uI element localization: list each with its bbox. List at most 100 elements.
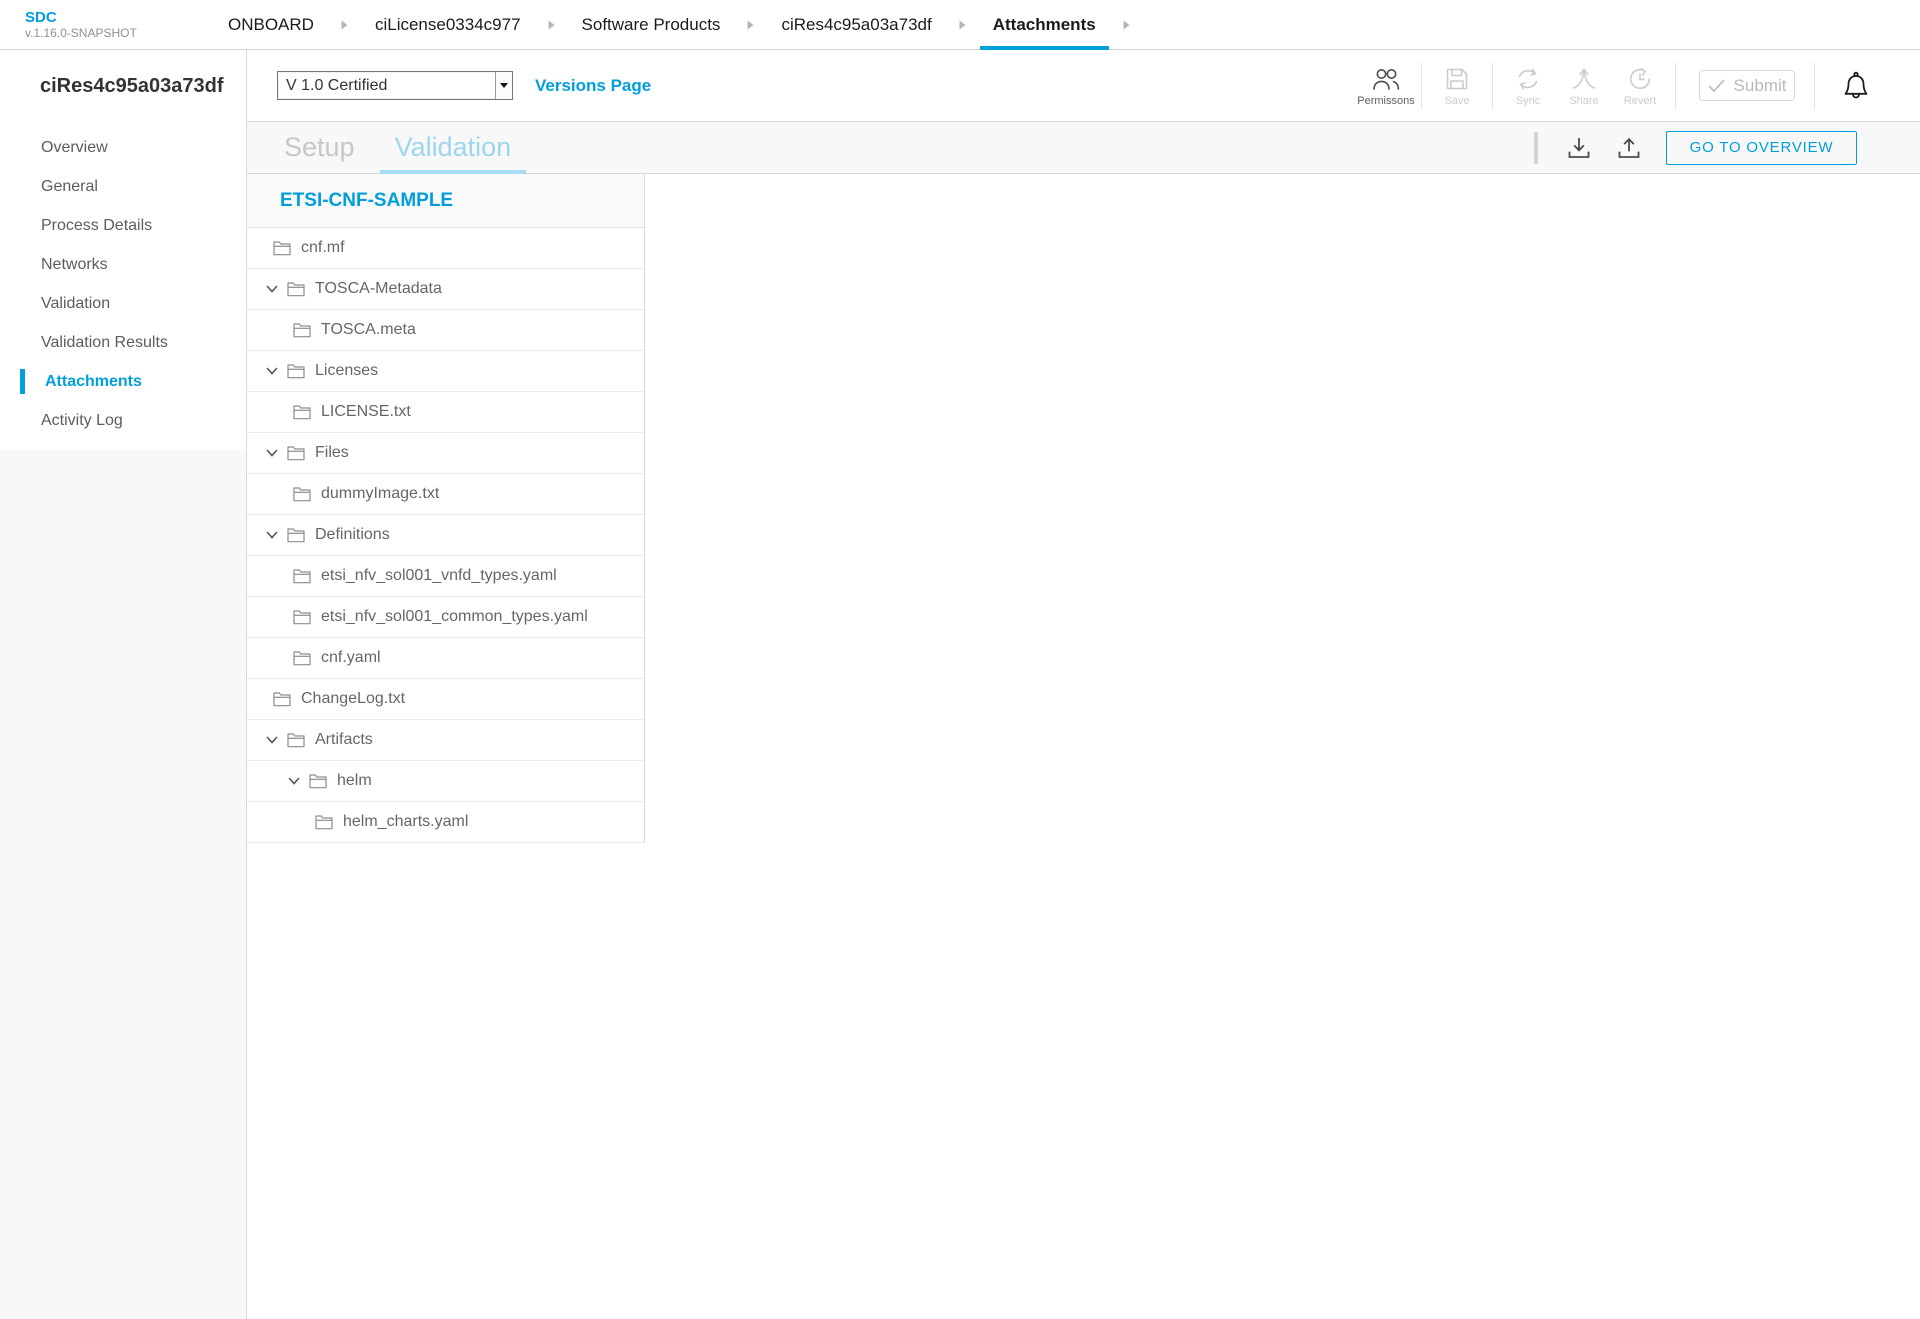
tab-label: Setup [284, 132, 355, 163]
breadcrumb-item-cires4c95a03a73df[interactable]: ciRes4c95a03a73df [768, 0, 979, 49]
breadcrumb-arrow-icon [327, 0, 362, 49]
folder-icon [293, 486, 311, 502]
sidebar-item-activity-log[interactable]: Activity Log [0, 401, 246, 440]
folder-icon [287, 281, 305, 297]
sidebar-item-validation-results[interactable]: Validation Results [0, 323, 246, 362]
chevron-down-icon[interactable] [265, 364, 279, 378]
breadcrumb-label: Attachments [980, 0, 1109, 49]
folder-icon [315, 814, 333, 830]
breadcrumb: ONBOARD ciLicense0334c977Software Product… [215, 0, 1144, 49]
sidebar-top: ciRes4c95a03a73df OverviewGeneralProcess… [0, 50, 246, 450]
tree-node-etsi-nfv-sol001-vnfd-types-yaml[interactable]: etsi_nfv_sol001_vnfd_types.yaml [247, 556, 644, 597]
tree-node-helm-charts-yaml[interactable]: helm_charts.yaml [247, 802, 644, 843]
revert-button: Revert [1612, 65, 1668, 107]
body-row: ciRes4c95a03a73df OverviewGeneralProcess… [0, 50, 1920, 1319]
tab-label: Validation [395, 132, 512, 163]
tree-node-license-txt[interactable]: LICENSE.txt [247, 392, 644, 433]
chevron-down-icon[interactable] [265, 282, 279, 296]
tree-node-changelog-txt[interactable]: ChangeLog.txt [247, 679, 644, 720]
sidebar-item-process-details[interactable]: Process Details [0, 206, 246, 245]
breadcrumb-item-attachments[interactable]: Attachments [980, 0, 1144, 49]
folder-icon [293, 650, 311, 666]
tree-node-licenses[interactable]: Licenses [247, 351, 644, 392]
notifications-bell-icon[interactable] [1842, 71, 1870, 101]
logo-title: SDC [25, 9, 215, 26]
breadcrumb-label: Software Products [569, 0, 734, 49]
tree-rows: cnf.mf TOSCA-Metadata TOSCA.meta Licenses LI… [247, 228, 644, 843]
chevron-down-icon[interactable] [265, 446, 279, 460]
sync-button: Sync [1500, 65, 1556, 107]
chevron-down-icon[interactable] [287, 774, 301, 788]
action-label: Save [1444, 95, 1469, 107]
share-icon [1570, 65, 1598, 92]
folder-icon [287, 527, 305, 543]
toolbar-divider [1492, 63, 1493, 109]
versions-page-link[interactable]: Versions Page [535, 76, 651, 96]
tree-node-tosca-meta[interactable]: TOSCA.meta [247, 310, 644, 351]
tree-node-files[interactable]: Files [247, 433, 644, 474]
sidebar-item-networks[interactable]: Networks [0, 245, 246, 284]
tree-node-label: ChangeLog.txt [301, 690, 405, 708]
sdc-logo[interactable]: SDC v.1.16.0-SNAPSHOT [0, 0, 215, 49]
sidebar-item-label: General [41, 178, 98, 196]
submit-button[interactable]: Submit [1699, 70, 1795, 101]
breadcrumb-label: ONBOARD [215, 0, 327, 49]
tree-node-cnf-mf[interactable]: cnf.mf [247, 228, 644, 269]
version-select[interactable]: V 1.0 Certified [277, 71, 513, 100]
tab-validation[interactable]: Validation [380, 122, 527, 173]
tree-node-cnf-yaml[interactable]: cnf.yaml [247, 638, 644, 679]
tree-node-etsi-nfv-sol001-common-types-yaml[interactable]: etsi_nfv_sol001_common_types.yaml [247, 597, 644, 638]
sidebar-item-label: Overview [41, 139, 108, 157]
sidebar-item-label: Activity Log [41, 412, 123, 430]
tree-node-label: Artifacts [315, 731, 373, 749]
tree-node-label: Definitions [315, 526, 390, 544]
folder-icon [293, 568, 311, 584]
tree-node-dummyimage-txt[interactable]: dummyImage.txt [247, 474, 644, 515]
tree-node-artifacts[interactable]: Artifacts [247, 720, 644, 761]
download-icon[interactable] [1566, 136, 1592, 160]
upload-icon[interactable] [1616, 136, 1642, 160]
toolbar-divider [1675, 63, 1676, 109]
breadcrumb-arrow-icon [945, 0, 980, 49]
breadcrumb-item-cilicense0334c977[interactable]: ciLicense0334c977 [362, 0, 569, 49]
tree-node-label: cnf.mf [301, 239, 345, 257]
tree-node-label: cnf.yaml [321, 649, 381, 667]
folder-icon [293, 404, 311, 420]
chevron-down-icon[interactable] [265, 528, 279, 542]
tree-node-tosca-metadata[interactable]: TOSCA-Metadata [247, 269, 644, 310]
tree-node-label: helm [337, 772, 372, 790]
tab-setup[interactable]: Setup [269, 122, 370, 173]
tree-node-definitions[interactable]: Definitions [247, 515, 644, 556]
toolbar-actions: Permissons Save SyncShare Revert Submit [1358, 63, 1920, 109]
breadcrumb-item-software-products[interactable]: Software Products [569, 0, 769, 49]
tree-node-label: dummyImage.txt [321, 485, 439, 503]
sidebar-item-validation[interactable]: Validation [0, 284, 246, 323]
toolbar-divider [1421, 63, 1422, 109]
sidebar-item-attachments[interactable]: Attachments [0, 362, 246, 401]
sidebar-item-general[interactable]: General [0, 167, 246, 206]
save-icon [1444, 65, 1470, 92]
tree-node-label: TOSCA-Metadata [315, 280, 442, 298]
folder-icon [287, 445, 305, 461]
sidebar-item-overview[interactable]: Overview [0, 128, 246, 167]
active-breadcrumb-underline [980, 46, 1109, 50]
breadcrumb-item-onboard[interactable]: ONBOARD [215, 0, 362, 49]
tab-band-right: GO TO OVERVIEW [1534, 122, 1857, 173]
action-label: Permissons [1357, 95, 1414, 107]
save-button: Save [1429, 65, 1485, 107]
tree-node-label: etsi_nfv_sol001_common_types.yaml [321, 608, 588, 626]
tree-node-helm[interactable]: helm [247, 761, 644, 802]
check-icon [1708, 79, 1725, 93]
tree-node-label: LICENSE.txt [321, 403, 411, 421]
go-to-overview-button[interactable]: GO TO OVERVIEW [1666, 131, 1857, 165]
chevron-down-icon[interactable] [265, 733, 279, 747]
share-button: Share [1556, 65, 1612, 107]
sidebar-nav: OverviewGeneralProcess DetailsNetworksVa… [0, 122, 246, 440]
toolbar-divider [1814, 63, 1815, 109]
action-label: Revert [1624, 95, 1656, 107]
permissons-button[interactable]: Permissons [1358, 65, 1414, 107]
breadcrumb-arrow-icon [733, 0, 768, 49]
tree-node-label: TOSCA.meta [321, 321, 416, 339]
breadcrumb-label: ciRes4c95a03a73df [768, 0, 944, 49]
toolbar: V 1.0 Certified Versions Page Permissons… [247, 50, 1920, 122]
